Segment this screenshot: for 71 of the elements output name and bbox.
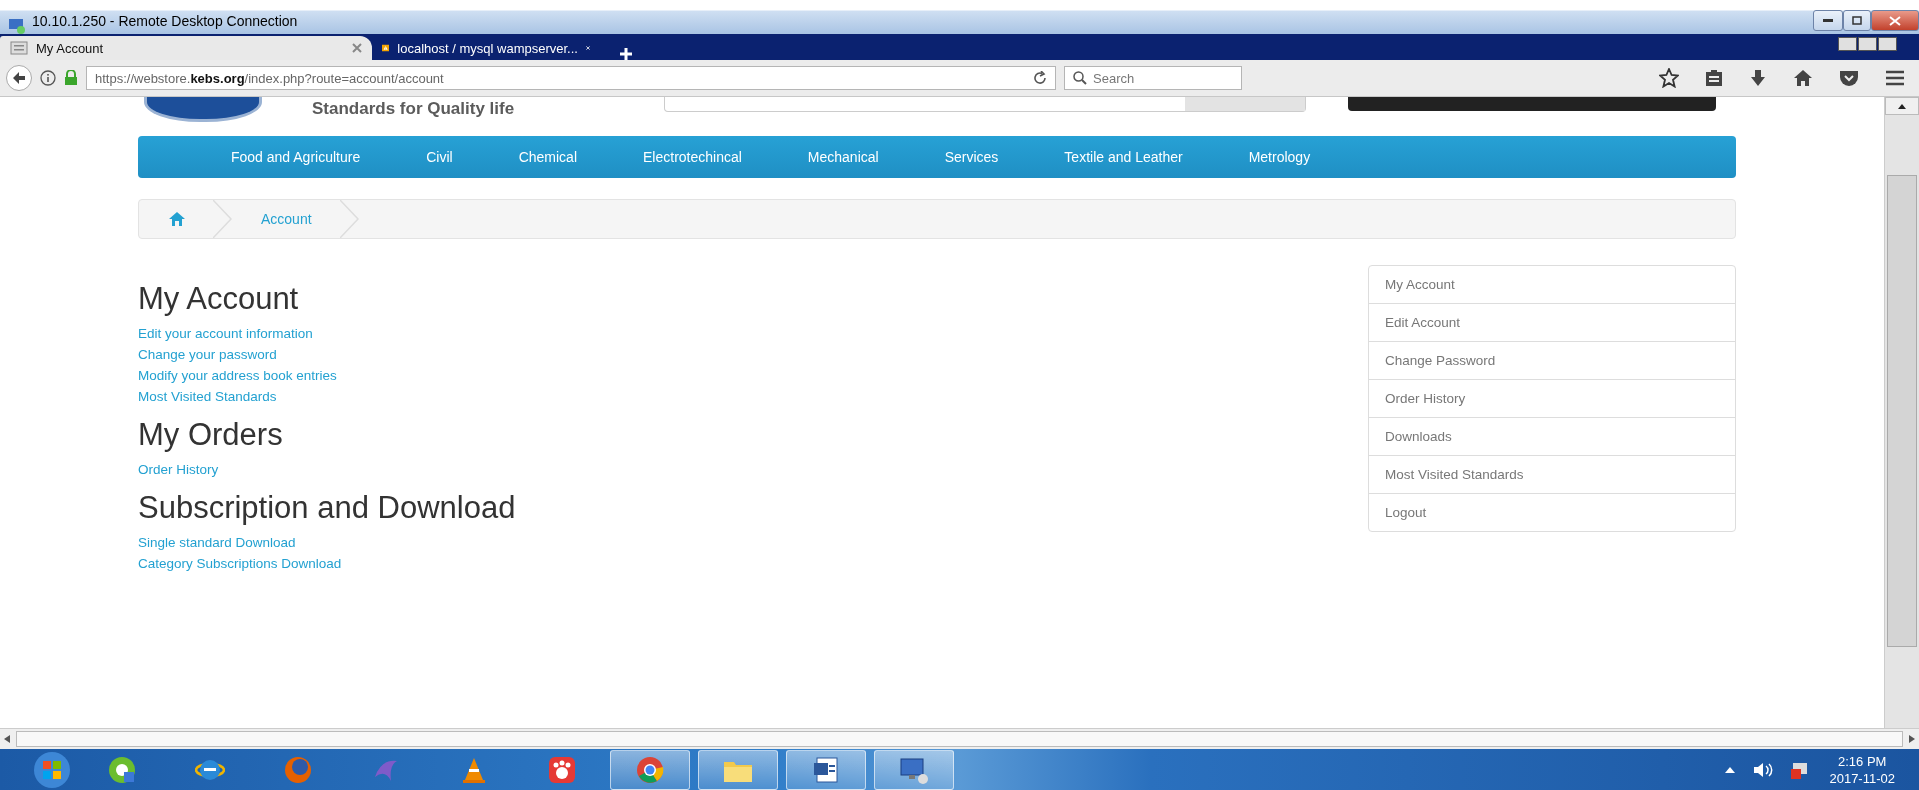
close-button[interactable] (1871, 10, 1919, 31)
minimize-button[interactable] (1813, 10, 1843, 31)
remote-desktop-icon[interactable] (8, 18, 26, 34)
account-menu-item[interactable]: Logout (1369, 493, 1735, 531)
account-menu-item[interactable]: Order History (1369, 379, 1735, 417)
tray-arrow-icon[interactable] (1725, 766, 1736, 773)
lock-icon[interactable] (64, 70, 78, 86)
address-field[interactable]: https://webstore.kebs.org/index.php?route=account/account (86, 66, 1056, 90)
back-arrow-icon (12, 72, 26, 84)
clock-time: 2:16 PM (1838, 752, 1887, 770)
download-icon[interactable] (1749, 69, 1767, 87)
category-link[interactable]: Services (911, 149, 1032, 165)
category-link[interactable]: Metrology (1215, 149, 1344, 165)
paw-icon[interactable] (547, 754, 577, 785)
window-title: 10.10.1.250 - Remote Desktop Connection (32, 13, 298, 31)
section-link[interactable]: Category Subscriptions Download (138, 553, 342, 574)
category-link[interactable]: Civil (393, 149, 486, 165)
pocket-icon[interactable] (1839, 69, 1859, 87)
vertical-scrollbar[interactable] (1884, 97, 1919, 728)
document-icon[interactable] (811, 754, 841, 785)
search-icon[interactable] (1073, 71, 1087, 85)
account-menu-item[interactable]: Edit Account (1369, 303, 1735, 341)
taskbar-button[interactable] (698, 749, 778, 790)
clipboard-icon[interactable] (1705, 69, 1723, 87)
maximize-icon (1852, 16, 1862, 25)
breadcrumb-link[interactable]: Account (261, 211, 312, 227)
back-button[interactable] (6, 65, 32, 91)
horizontal-scrollbar[interactable] (0, 728, 1919, 749)
search-field[interactable]: Search (1064, 66, 1242, 90)
round-tricolor-icon[interactable] (635, 754, 665, 785)
close-icon[interactable] (585, 43, 590, 53)
category-link[interactable]: Chemical (485, 149, 610, 165)
site-search-field[interactable] (664, 97, 1307, 112)
menu-icon[interactable] (1885, 70, 1905, 86)
taskbar-button[interactable] (610, 749, 690, 790)
clock-date: 2017-11-02 (1829, 769, 1895, 787)
home-icon[interactable] (1793, 69, 1813, 87)
site-tagline: Standards for Quality life (312, 99, 515, 119)
info-icon[interactable] (40, 70, 56, 86)
new-tab-icon[interactable] (620, 48, 632, 60)
account-menu-item[interactable]: Change Password (1369, 341, 1735, 379)
taskbar-button[interactable] (874, 749, 954, 790)
scroll-up-icon[interactable] (1898, 103, 1906, 109)
browser-tab[interactable]: My Account (0, 36, 372, 60)
reload-icon[interactable] (1033, 71, 1047, 85)
minimize-icon (1823, 18, 1833, 23)
scroll-left-icon[interactable] (4, 735, 10, 743)
section-link[interactable]: Order History (138, 459, 219, 480)
section-heading: Subscription and Download (138, 490, 517, 526)
section-heading: My Orders (138, 417, 284, 453)
session-window-buttons[interactable] (1838, 37, 1897, 51)
page-icon[interactable] (10, 41, 28, 55)
section-heading: My Account (138, 281, 300, 317)
section-link[interactable]: Change your password (138, 344, 277, 365)
maximize-button[interactable] (1843, 10, 1871, 31)
account-menu-item[interactable]: My Account (1369, 266, 1735, 303)
star-icon[interactable] (1659, 68, 1679, 88)
taskbar-button[interactable] (786, 749, 866, 790)
section-link[interactable]: Modify your address book entries (138, 365, 337, 386)
category-link[interactable]: Electrotechincal (610, 149, 775, 165)
section-link[interactable]: Edit your account information (138, 323, 313, 344)
category-link[interactable]: Textile and Leather (1031, 149, 1216, 165)
close-icon (1889, 15, 1901, 26)
account-menu-item[interactable]: Downloads (1369, 417, 1735, 455)
section-link[interactable]: Most Visited Standards (138, 386, 277, 407)
section-link[interactable]: Single standard Download (138, 532, 296, 553)
scroll-right-icon[interactable] (1909, 735, 1915, 743)
speaker-icon[interactable] (1753, 761, 1774, 778)
category-link[interactable]: Food and Agriculture (198, 149, 394, 165)
account-menu-item[interactable]: Most Visited Standards (1369, 455, 1735, 493)
category-link[interactable]: Mechanical (774, 149, 912, 165)
